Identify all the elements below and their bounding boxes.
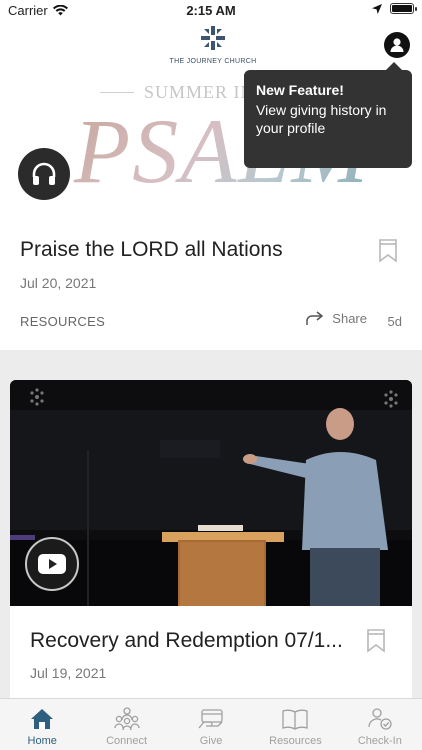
headphones-icon [32, 162, 56, 185]
audio-play-button[interactable] [18, 148, 70, 200]
user-icon [390, 38, 404, 52]
tooltip-body: View giving history in your profile [256, 102, 387, 136]
card-footer: RESOURCES Share 5d [0, 307, 422, 337]
card-age: 5d [387, 314, 402, 329]
give-icon [198, 709, 223, 729]
tab-label: Give [199, 735, 223, 747]
tab-label: Connect [106, 735, 148, 747]
tooltip-title: New Feature! [256, 82, 344, 98]
people-icon [113, 707, 140, 731]
new-feature-tooltip[interactable]: New Feature! View giving history in your… [244, 62, 412, 168]
tab-label: Check-In [357, 735, 402, 747]
tab-bar: Home Connect Give Resources Check-In [0, 698, 422, 750]
bookmark-icon[interactable] [378, 239, 398, 263]
podium [162, 525, 284, 606]
clock: 2:15 AM [186, 3, 236, 18]
share-label: Share [332, 310, 367, 326]
tab-label: Home [27, 735, 57, 747]
feed-card-video[interactable]: Recovery and Redemption 07/1... Jul 19, … [10, 380, 412, 710]
card-title[interactable]: Recovery and Redemption 07/1... [30, 629, 343, 653]
tab-connect[interactable]: Connect [84, 699, 168, 750]
youtube-play-button[interactable] [25, 537, 79, 591]
church-logo-mark [201, 26, 225, 50]
card-title[interactable]: Praise the LORD all Nations [20, 238, 283, 262]
tab-resources[interactable]: Resources [253, 699, 337, 750]
card-date: Jul 19, 2021 [30, 665, 107, 681]
feed-card-featured[interactable]: THE JOURNEY CHURCH SUMMER IN PSALMS [0, 22, 422, 350]
battery-icon [390, 3, 417, 14]
card-category[interactable]: RESOURCES [20, 314, 105, 329]
church-logo: THE JOURNEY CHURCH [168, 26, 258, 65]
bookmark-icon[interactable] [366, 629, 386, 653]
tab-home[interactable]: Home [0, 699, 84, 750]
card-date: Jul 20, 2021 [20, 275, 97, 291]
profile-button[interactable] [384, 32, 410, 58]
location-icon [372, 3, 382, 14]
share-button[interactable]: Share [305, 310, 367, 326]
checkin-icon [368, 708, 392, 730]
share-icon [306, 311, 324, 325]
status-bar: Carrier 2:15 AM [0, 0, 422, 22]
tab-give[interactable]: Give [169, 699, 253, 750]
tab-label: Resources [269, 735, 322, 747]
tab-check-in[interactable]: Check-In [338, 699, 422, 750]
youtube-icon [38, 554, 66, 574]
home-icon [31, 709, 54, 729]
church-name: THE JOURNEY CHURCH [169, 58, 257, 65]
book-icon [282, 709, 309, 730]
video-thumbnail[interactable] [10, 380, 412, 606]
